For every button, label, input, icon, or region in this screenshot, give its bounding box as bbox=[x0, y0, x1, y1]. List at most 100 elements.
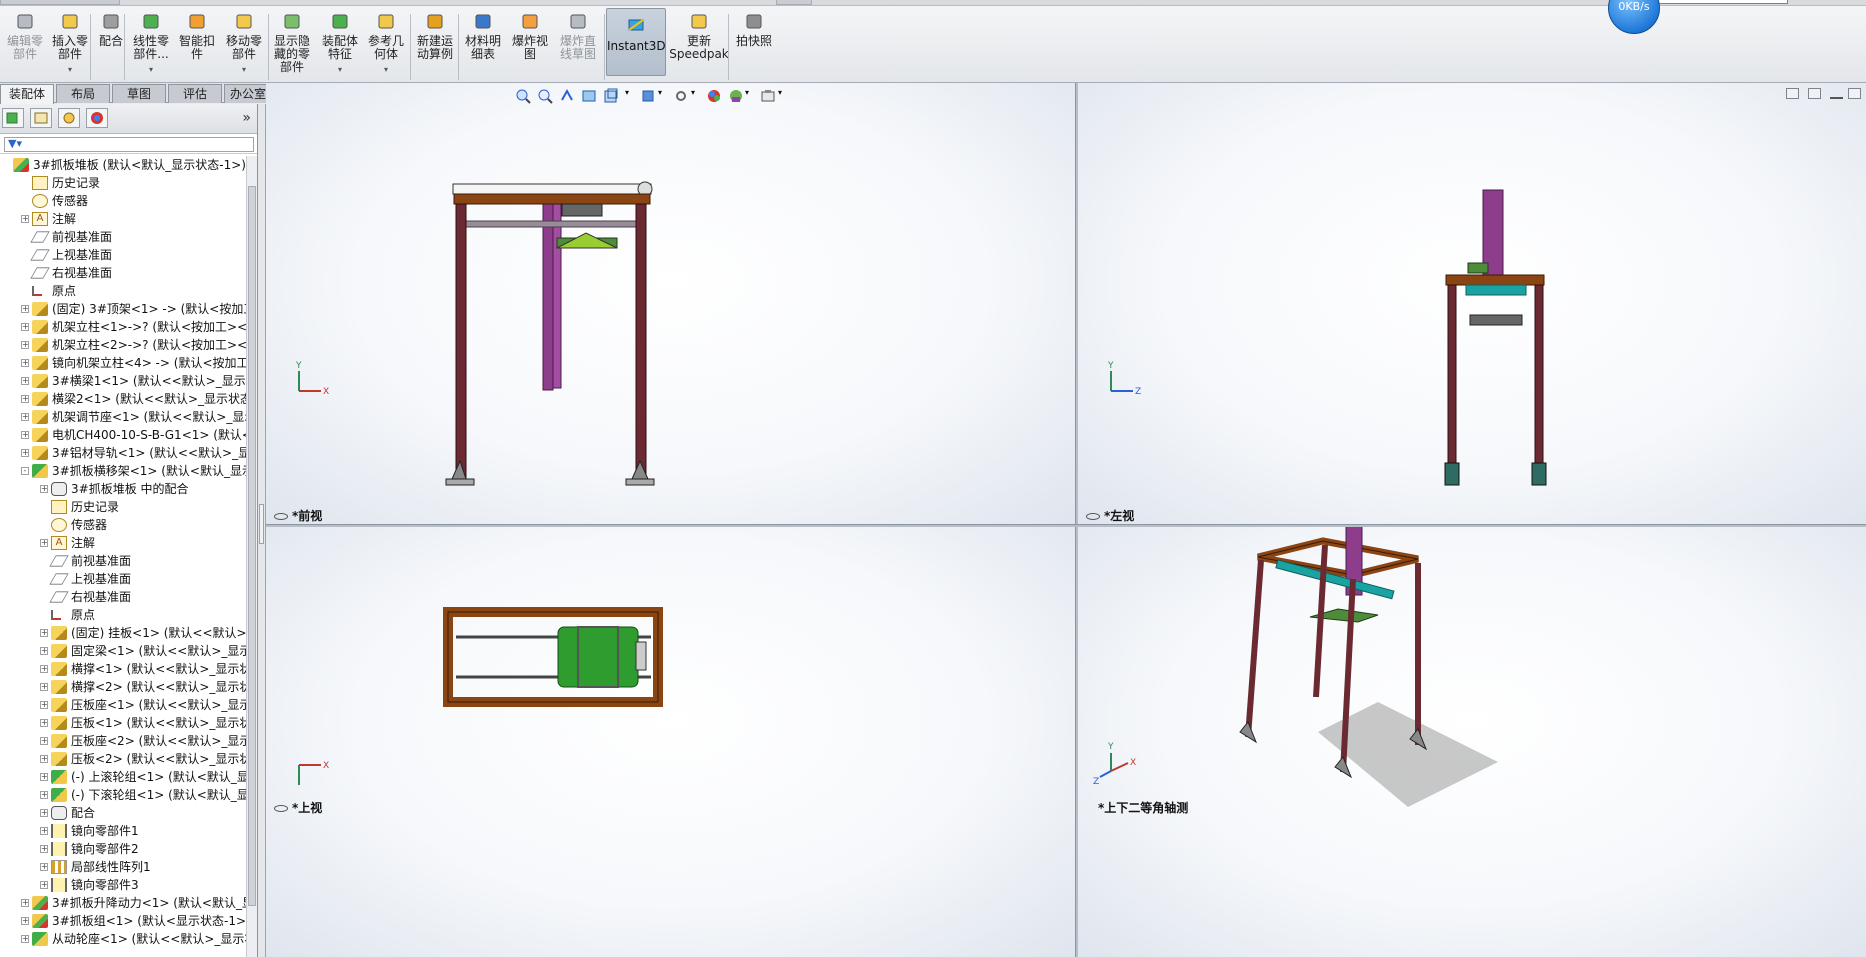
chevron-down-icon[interactable]: ▾ bbox=[745, 88, 761, 104]
expand-icon[interactable]: + bbox=[21, 899, 29, 907]
restore-icon[interactable] bbox=[1848, 88, 1861, 99]
tile-vertical-icon[interactable] bbox=[1808, 88, 1821, 99]
tree-scrollbar[interactable] bbox=[246, 156, 257, 957]
tree-item[interactable]: 右视基准面 bbox=[0, 588, 246, 606]
new-motion-study-button[interactable]: 新建运 动算例 bbox=[412, 12, 458, 82]
expand-icon[interactable]: + bbox=[40, 485, 48, 493]
view-settings-icon[interactable] bbox=[760, 88, 776, 104]
tree-item[interactable]: 3#抓板堆板 (默认<默认_显示状态-1>) bbox=[0, 156, 246, 174]
reference-geometry-button[interactable]: 参考几 何体 ▾ bbox=[364, 12, 408, 82]
assembly-features-button[interactable]: 装配体 特征 ▾ bbox=[318, 12, 362, 82]
tree-item[interactable]: + A 注解 bbox=[0, 534, 246, 552]
expand-icon[interactable]: + bbox=[21, 395, 29, 403]
tree-item[interactable]: - 3#抓板横移架<1> (默认<默认_显示状 bbox=[0, 462, 246, 480]
tab-layout[interactable]: 布局 bbox=[56, 84, 110, 103]
expand-icon[interactable]: + bbox=[40, 863, 48, 871]
tree-item[interactable]: +3#铝材导轨<1> (默认<<默认>_显示 bbox=[0, 444, 246, 462]
filter-input[interactable] bbox=[4, 137, 254, 152]
chevron-down-icon[interactable]: ▾ bbox=[222, 63, 266, 76]
explode-line-sketch-button[interactable]: 爆炸直 线草图 bbox=[556, 12, 600, 82]
expand-icon[interactable]: + bbox=[40, 791, 48, 799]
section-view-icon[interactable] bbox=[581, 88, 597, 104]
mate-button[interactable]: 配合 bbox=[96, 12, 126, 82]
document-tab-stub[interactable] bbox=[0, 0, 120, 5]
zoom-to-fit-icon[interactable] bbox=[515, 88, 531, 104]
expand-icon[interactable]: + bbox=[40, 737, 48, 745]
expand-icon[interactable]: + bbox=[21, 413, 29, 421]
expand-icon[interactable]: + bbox=[40, 701, 48, 709]
expand-icon[interactable]: + bbox=[40, 845, 48, 853]
bill-of-materials-button[interactable]: 材料明 细表 bbox=[462, 12, 504, 82]
filter-icon[interactable]: ▼▾ bbox=[8, 137, 22, 150]
smart-fasteners-button[interactable]: 智能扣 件 bbox=[176, 12, 218, 82]
move-component-button[interactable]: 移动零 部件 ▾ bbox=[222, 12, 266, 82]
tree-item[interactable]: 前视基准面 bbox=[0, 552, 246, 570]
tree-item[interactable]: + 压板<2> (默认<<默认>_显示状态 bbox=[0, 750, 246, 768]
tree-item[interactable]: + 从动轮座<1> (默认<<默认>_显示状 bbox=[0, 930, 246, 948]
tree-item[interactable]: + 机架调节座<1> (默认<<默认>_显示 bbox=[0, 408, 246, 426]
tree-item[interactable]: + 压板<1> (默认<<默认>_显示状态 bbox=[0, 714, 246, 732]
configuration-manager-tab[interactable] bbox=[58, 108, 80, 128]
document-tab-stub[interactable] bbox=[776, 0, 812, 5]
feature-tree-tab[interactable] bbox=[2, 108, 24, 128]
tree-item[interactable]: 前视基准面 bbox=[0, 228, 246, 246]
tree-item[interactable]: 传感器 bbox=[0, 516, 246, 534]
tree-item[interactable]: + 横梁2<1> (默认<<默认>_显示状态 1 bbox=[0, 390, 246, 408]
previous-view-icon[interactable] bbox=[559, 88, 575, 104]
property-manager-tab[interactable] bbox=[30, 108, 52, 128]
tree-item[interactable]: + 配合 bbox=[0, 804, 246, 822]
show-hidden-components-button[interactable]: 显示隐 藏的零 部件 bbox=[270, 12, 314, 82]
expand-icon[interactable]: + bbox=[40, 665, 48, 673]
expand-icon[interactable]: + bbox=[21, 449, 29, 457]
tree-item[interactable]: + 机架立柱<1>->? (默认<按加工><<默 bbox=[0, 318, 246, 336]
expand-icon[interactable]: + bbox=[21, 341, 29, 349]
display-manager-tab[interactable] bbox=[86, 108, 108, 128]
take-snapshot-button[interactable]: 拍快照 bbox=[732, 12, 776, 82]
tree-item[interactable]: + 横撑<2> (默认<<默认>_显示状态 bbox=[0, 678, 246, 696]
tree-item[interactable]: + A 注解 bbox=[0, 210, 246, 228]
insert-components-button[interactable]: 插入零 部件 ▾ bbox=[48, 12, 92, 82]
expand-icon[interactable]: + bbox=[21, 215, 29, 223]
tree-item[interactable]: + 镜向机架立柱<4> -> (默认<按加工> bbox=[0, 354, 246, 372]
chevron-down-icon[interactable]: ▾ bbox=[691, 88, 707, 104]
tree-item[interactable]: + (固定) 挂板<1> (默认<<默认>_显 bbox=[0, 624, 246, 642]
chevron-down-icon[interactable]: ▾ bbox=[318, 63, 362, 76]
edit-appearance-icon[interactable] bbox=[706, 88, 722, 104]
splitter-grip[interactable] bbox=[259, 504, 264, 544]
expand-icon[interactable]: + bbox=[21, 359, 29, 367]
zoom-area-icon[interactable] bbox=[537, 88, 553, 104]
tree-item[interactable]: + 镜向零部件2 bbox=[0, 840, 246, 858]
tab-sketch[interactable]: 草图 bbox=[112, 84, 166, 103]
tree-item[interactable]: 右视基准面 bbox=[0, 264, 246, 282]
tree-item[interactable]: + 固定梁<1> (默认<<默认>_显示状 bbox=[0, 642, 246, 660]
viewport-vertical-splitter[interactable] bbox=[1075, 83, 1078, 957]
tree-item[interactable]: + (固定) 3#顶架<1> -> (默认<按加工> bbox=[0, 300, 246, 318]
expand-icon[interactable]: + bbox=[21, 431, 29, 439]
tree-item[interactable]: 原点 bbox=[0, 606, 246, 624]
edit-component-button[interactable]: 编辑零 部件 bbox=[6, 12, 44, 82]
tree-item[interactable]: 原点 bbox=[0, 282, 246, 300]
viewport-horizontal-splitter[interactable] bbox=[266, 524, 1866, 527]
tree-item[interactable]: 传感器 bbox=[0, 192, 246, 210]
scrollbar-thumb[interactable] bbox=[248, 186, 256, 906]
tree-item[interactable]: + 压板座<2> (默认<<默认>_显示状 bbox=[0, 732, 246, 750]
collapse-panel-icon[interactable]: » bbox=[242, 110, 251, 126]
exploded-view-button[interactable]: 爆炸视 图 bbox=[508, 12, 552, 82]
expand-icon[interactable]: + bbox=[21, 323, 29, 331]
tree-item[interactable]: + (-) 下滚轮组<1> (默认<默认_显示 bbox=[0, 786, 246, 804]
left-view-pane[interactable]: Y Z *左视 bbox=[1078, 83, 1866, 524]
chevron-down-icon[interactable]: ▾ bbox=[364, 63, 408, 76]
expand-icon[interactable]: + bbox=[40, 647, 48, 655]
chevron-down-icon[interactable]: ▾ bbox=[48, 63, 92, 76]
tree-item[interactable]: + 横撑<1> (默认<<默认>_显示状态 bbox=[0, 660, 246, 678]
tree-item[interactable]: + 镜向零部件1 bbox=[0, 822, 246, 840]
tree-item[interactable]: + 镜向零部件3 bbox=[0, 876, 246, 894]
tree-item[interactable]: + (-) 上滚轮组<1> (默认<默认_显示 bbox=[0, 768, 246, 786]
hide-show-items-icon[interactable] bbox=[673, 88, 689, 104]
chevron-down-icon[interactable]: ▾ bbox=[658, 88, 674, 104]
search-box[interactable] bbox=[1650, 0, 1788, 4]
tree-item[interactable]: + 机架立柱<2>->? (默认<按加工><<默 bbox=[0, 336, 246, 354]
expand-icon[interactable]: + bbox=[21, 917, 29, 925]
tree-item[interactable]: + 电机CH400-10-S-B-G1<1> (默认<< bbox=[0, 426, 246, 444]
chevron-down-icon[interactable]: ▾ bbox=[625, 88, 641, 104]
